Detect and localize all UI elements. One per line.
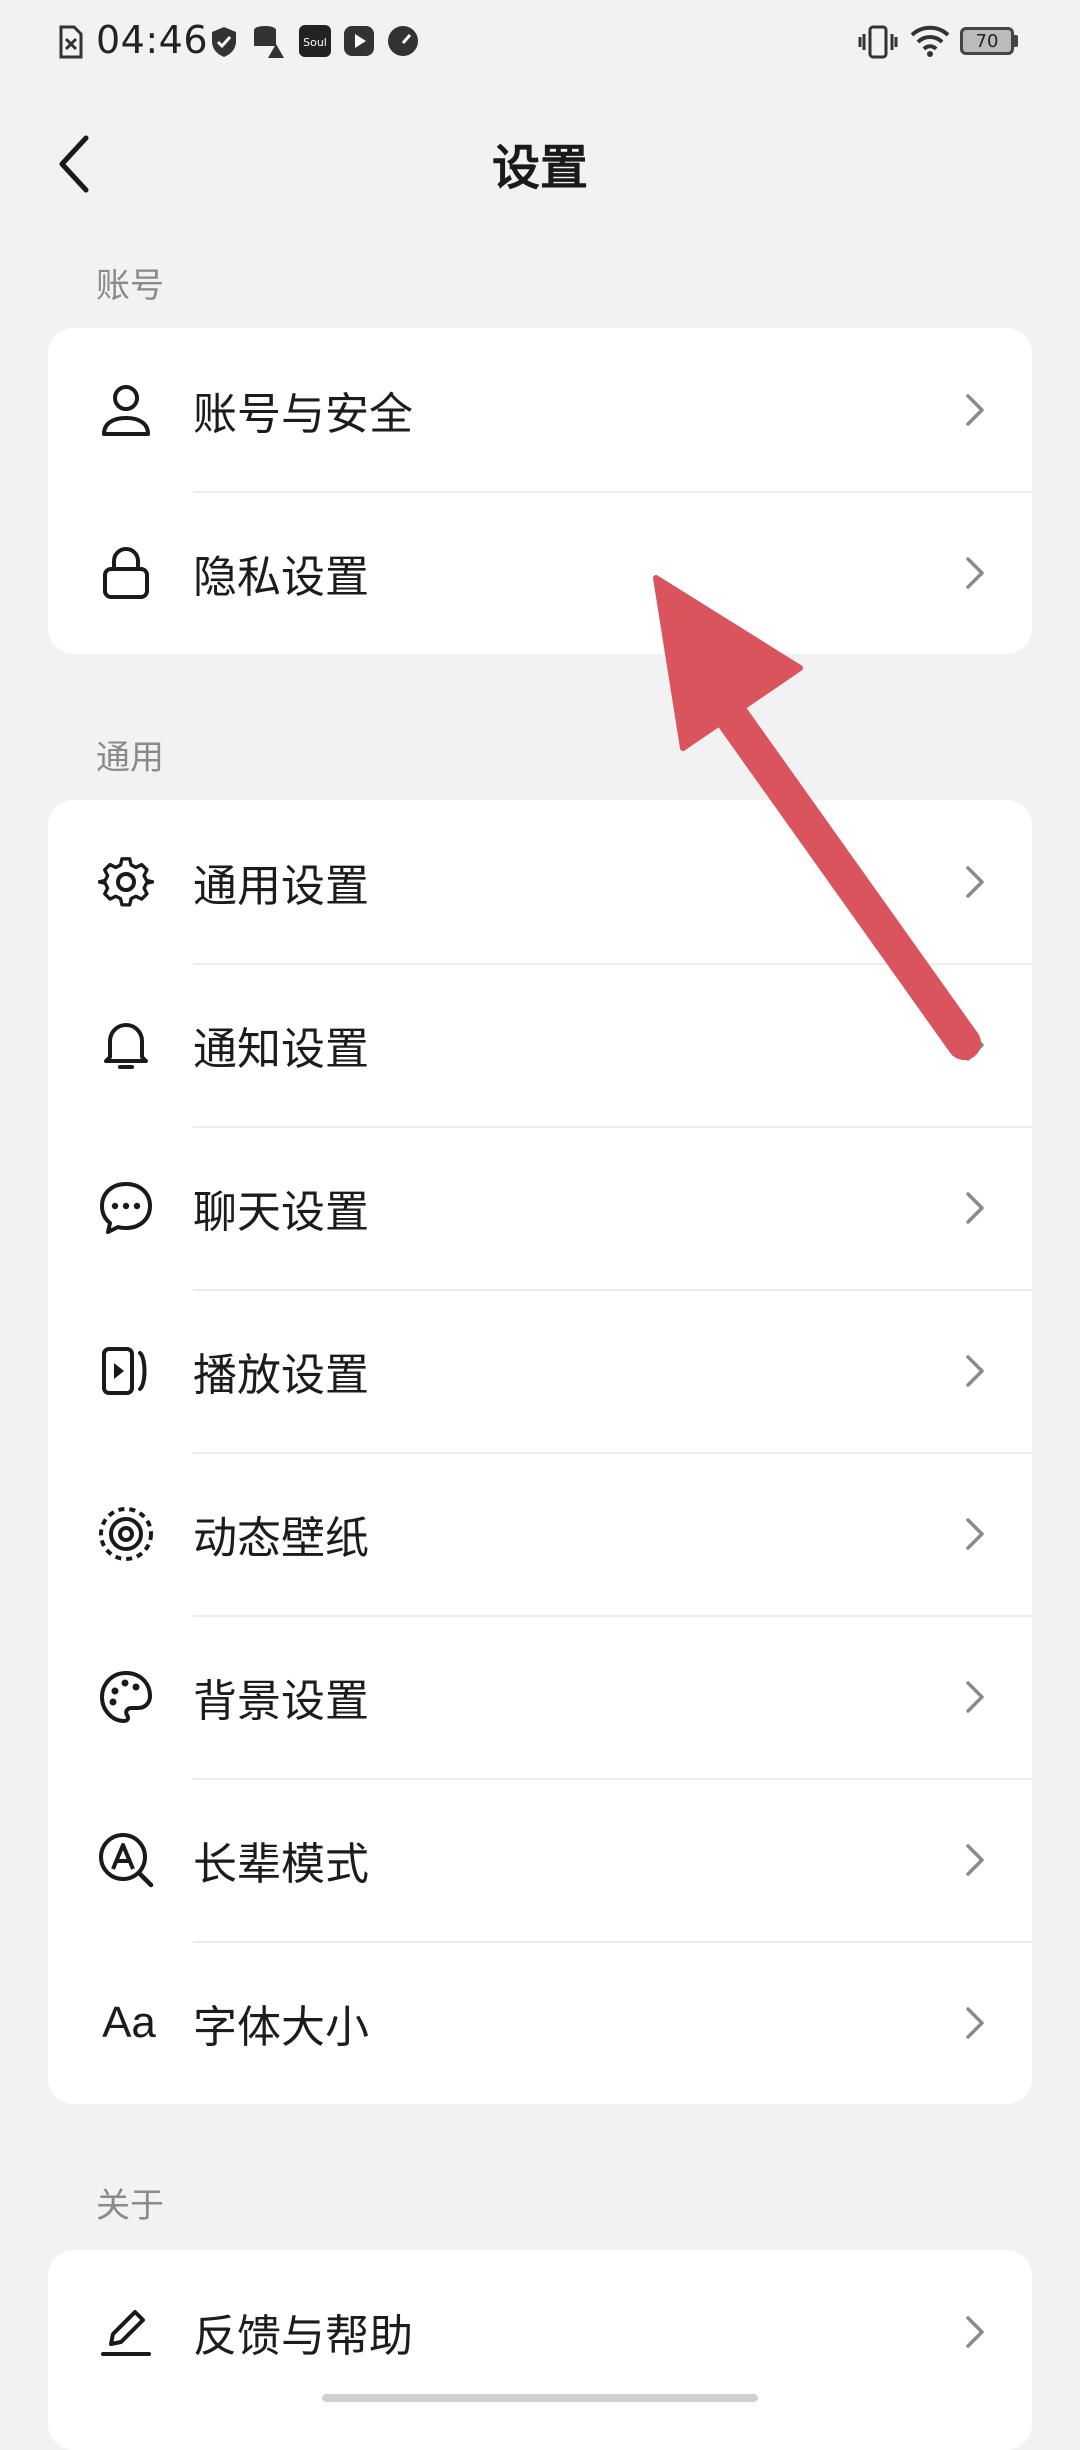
soul-app-icon: Soul xyxy=(299,25,331,57)
settings-row-feedback[interactable]: 反馈与帮助 xyxy=(48,2250,1032,2413)
row-label: 动态壁纸 xyxy=(193,1512,369,1564)
user-icon xyxy=(96,380,156,440)
status-bar: 04:46 Soul 70 xyxy=(0,0,1080,84)
chevron-right-icon xyxy=(960,1840,990,1880)
vibrate-icon xyxy=(858,25,898,59)
home-indicator xyxy=(322,2394,758,2402)
general-card: 通用设置 通知设置 聊天设置 播放设置 动态壁纸 背景设置 长辈模式 Aa 字体… xyxy=(48,800,1032,2104)
chevron-right-icon xyxy=(960,1188,990,1228)
section-label-about: 关于 xyxy=(96,2186,164,2226)
about-card: 反馈与帮助 xyxy=(48,2250,1032,2450)
settings-row-account-security[interactable]: 账号与安全 xyxy=(48,328,1032,491)
play-screen-icon xyxy=(96,1341,156,1401)
row-label: 账号与安全 xyxy=(193,388,413,440)
svg-text:Soul: Soul xyxy=(303,36,327,49)
chevron-right-icon xyxy=(960,862,990,902)
speedometer-icon xyxy=(388,26,418,56)
row-label: 背景设置 xyxy=(193,1675,369,1727)
settings-row-playback[interactable]: 播放设置 xyxy=(48,1289,1032,1452)
data-warning-icon xyxy=(254,26,284,58)
gear-icon xyxy=(96,852,156,912)
chat-bubble-icon xyxy=(96,1178,156,1238)
settings-row-general[interactable]: 通用设置 xyxy=(48,800,1032,963)
chevron-right-icon xyxy=(960,2312,990,2352)
chevron-right-icon xyxy=(960,1677,990,1717)
row-label: 隐私设置 xyxy=(193,551,369,603)
chevron-right-icon xyxy=(960,553,990,593)
chevron-right-icon xyxy=(960,1514,990,1554)
row-label: 字体大小 xyxy=(193,2001,369,2053)
chevron-right-icon xyxy=(960,1025,990,1065)
chevron-right-icon xyxy=(960,1351,990,1391)
row-label: 通用设置 xyxy=(193,860,369,912)
settings-row-font-size[interactable]: Aa 字体大小 xyxy=(48,1941,1032,2104)
wallpaper-icon xyxy=(96,1504,156,1564)
section-label-account: 账号 xyxy=(96,266,164,306)
section-label-general: 通用 xyxy=(96,738,164,778)
settings-row-notification[interactable]: 通知设置 xyxy=(48,963,1032,1126)
battery-icon: 70 xyxy=(960,24,1022,58)
elder-mode-icon xyxy=(96,1830,156,1890)
chevron-right-icon xyxy=(960,390,990,430)
row-label: 播放设置 xyxy=(193,1349,369,1401)
video-play-icon xyxy=(344,26,374,56)
account-card: 账号与安全 隐私设置 xyxy=(48,328,1032,654)
row-label: 长辈模式 xyxy=(193,1838,369,1890)
page-title: 设置 xyxy=(491,140,588,196)
settings-row-elder-mode[interactable]: 长辈模式 xyxy=(48,1778,1032,1941)
chevron-right-icon xyxy=(960,2003,990,2043)
bell-icon xyxy=(96,1015,156,1075)
sim-error-icon xyxy=(59,25,83,59)
font-size-icon: Aa xyxy=(102,1997,156,2047)
settings-row-background[interactable]: 背景设置 xyxy=(48,1615,1032,1778)
battery-level: 70 xyxy=(975,30,999,52)
status-time: 04:46 xyxy=(96,18,209,62)
row-label: 通知设置 xyxy=(193,1023,369,1075)
wifi-icon xyxy=(910,25,950,57)
palette-icon xyxy=(96,1667,156,1727)
settings-row-live-wallpaper[interactable]: 动态壁纸 xyxy=(48,1452,1032,1615)
settings-row-privacy[interactable]: 隐私设置 xyxy=(48,491,1032,654)
shield-icon xyxy=(212,27,236,57)
edit-icon xyxy=(96,2302,156,2362)
row-label: 反馈与帮助 xyxy=(193,2310,413,2362)
lock-icon xyxy=(96,543,156,603)
row-label: 聊天设置 xyxy=(193,1186,369,1238)
settings-row-chat[interactable]: 聊天设置 xyxy=(48,1126,1032,1289)
